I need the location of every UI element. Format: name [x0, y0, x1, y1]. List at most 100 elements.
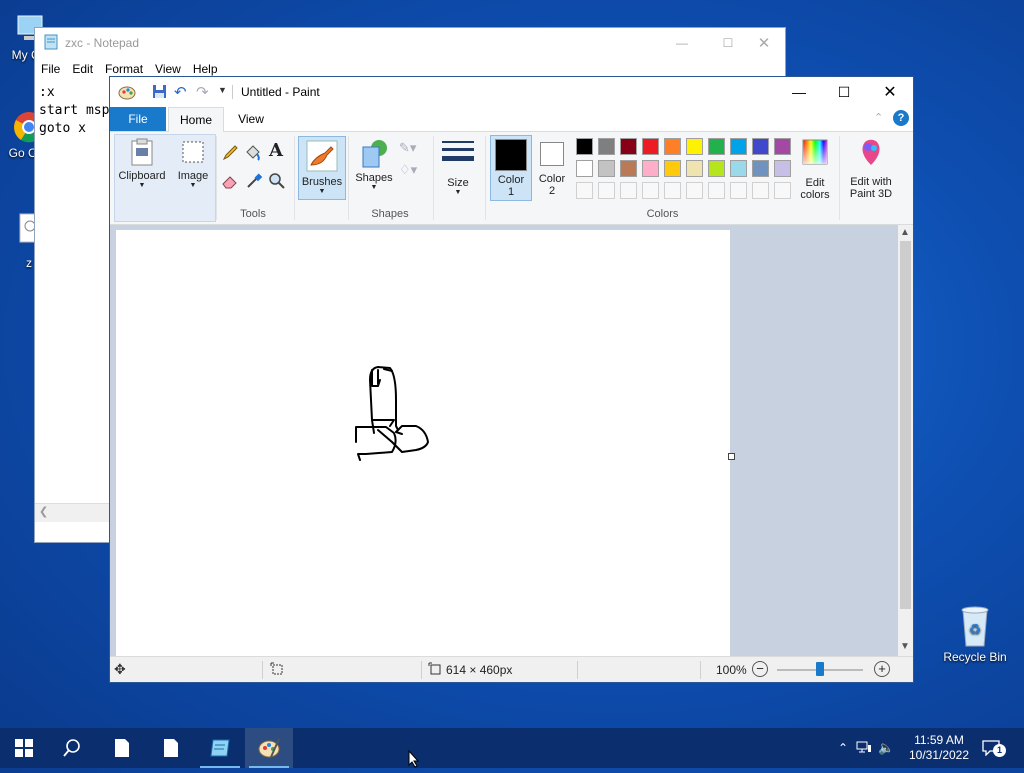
custom-color-slot[interactable] [752, 182, 769, 199]
custom-color-slot[interactable] [620, 182, 637, 199]
scroll-down-icon[interactable]: ▼ [900, 641, 910, 652]
show-hidden-icons[interactable]: ⌃ [838, 741, 848, 755]
maximize-button[interactable]: ☐ [821, 77, 867, 107]
text-tool-icon[interactable]: A [269, 140, 283, 161]
help-icon[interactable]: ? [893, 110, 909, 126]
customize-qat-icon[interactable]: ▼ [218, 85, 227, 95]
paint3d-icon [862, 139, 880, 165]
paint-titlebar[interactable]: ↶ ↷ ▼ Untitled - Paint — ☐ ✕ [110, 77, 913, 107]
volume-icon[interactable]: 🔈 [878, 740, 894, 756]
palette-swatch[interactable] [686, 160, 703, 177]
edit-with-paint3d-button[interactable]: Edit with Paint 3D [843, 137, 899, 200]
vertical-scrollbar[interactable]: ▲ ▼ [898, 225, 913, 656]
brushes-button[interactable]: Brushes ▼ [298, 136, 346, 200]
taskbar-file-2[interactable] [147, 728, 195, 768]
scroll-left-icon[interactable]: ❮ [39, 505, 48, 518]
action-center-button[interactable]: 1 [982, 728, 1012, 768]
palette-swatch[interactable] [774, 160, 791, 177]
palette-swatch[interactable] [598, 160, 615, 177]
edit-colors-button[interactable]: Edit colors [796, 138, 834, 201]
desktop-icon-recycle-bin[interactable]: ♻ Recycle Bin [940, 604, 1010, 664]
palette-swatch[interactable] [576, 138, 593, 155]
shapes-button[interactable]: Shapes ▼ [352, 137, 396, 191]
menu-file[interactable]: File [35, 62, 66, 76]
tab-home[interactable]: Home [168, 107, 224, 132]
tab-view[interactable]: View [226, 107, 276, 131]
menu-help[interactable]: Help [187, 62, 224, 76]
zoom-out-button[interactable]: − [752, 661, 768, 677]
custom-color-slot[interactable] [730, 182, 747, 199]
network-icon[interactable] [856, 740, 872, 757]
color-picker-icon[interactable] [245, 172, 263, 195]
palette-swatch[interactable] [752, 138, 769, 155]
palette-swatch[interactable] [620, 138, 637, 155]
chevron-down-icon: ▼ [454, 189, 462, 196]
horizontal-scrollbar[interactable]: ❮ [35, 503, 110, 522]
zoom-level: 100% [716, 663, 747, 677]
tab-file[interactable]: File [110, 107, 166, 131]
zoom-slider-thumb[interactable] [816, 662, 824, 676]
palette-swatch[interactable] [730, 138, 747, 155]
drawing-canvas[interactable] [116, 230, 730, 656]
pencil-icon[interactable] [221, 144, 239, 167]
taskbar-paint[interactable] [245, 728, 293, 768]
taskbar-notepad[interactable] [196, 728, 244, 768]
quick-access-save-icon[interactable] [152, 84, 167, 102]
palette-swatch[interactable] [708, 160, 725, 177]
select-icon [182, 141, 204, 163]
palette-swatch[interactable] [686, 138, 703, 155]
clipboard-button[interactable]: Clipboard ▼ [115, 137, 169, 189]
clock[interactable]: 11:59 AM 10/31/2022 [904, 728, 974, 768]
palette-swatch[interactable] [708, 138, 725, 155]
fill-bucket-icon[interactable] [243, 144, 261, 167]
palette-swatch[interactable] [576, 160, 593, 177]
menu-format[interactable]: Format [99, 62, 149, 76]
magnifier-icon[interactable] [268, 172, 286, 195]
palette-swatch[interactable] [664, 138, 681, 155]
palette-swatch[interactable] [664, 160, 681, 177]
palette-swatch[interactable] [752, 160, 769, 177]
color1-button[interactable]: Color 1 [490, 135, 532, 201]
palette-swatch[interactable] [774, 138, 791, 155]
undo-icon[interactable]: ↶ [174, 83, 187, 101]
shapes-icon [362, 140, 387, 168]
palette-swatch[interactable] [730, 160, 747, 177]
fill-icon[interactable]: ♢▾ [399, 162, 417, 178]
color2-button[interactable]: Color 2 [533, 137, 571, 197]
canvas-resize-handle[interactable] [728, 453, 735, 460]
paint-window[interactable]: ↶ ↷ ▼ Untitled - Paint — ☐ ✕ File Home V… [109, 76, 914, 683]
palette-swatch[interactable] [642, 138, 659, 155]
menu-view[interactable]: View [149, 62, 187, 76]
minimize-button[interactable]: — [776, 77, 822, 107]
taskbar-file-1[interactable] [98, 728, 146, 768]
start-button[interactable] [0, 728, 48, 768]
cursor-position-icon: ✥ [114, 661, 126, 677]
minimize-ribbon-icon[interactable]: ⌃ [874, 111, 883, 124]
palette-swatch[interactable] [642, 160, 659, 177]
custom-color-slot[interactable] [576, 182, 593, 199]
close-button[interactable]: ✕ [741, 34, 787, 52]
palette-swatch[interactable] [598, 138, 615, 155]
eraser-icon[interactable] [221, 172, 239, 195]
redo-icon[interactable]: ↷ [196, 83, 209, 101]
scroll-thumb[interactable] [900, 241, 911, 609]
palette-swatch[interactable] [620, 160, 637, 177]
custom-color-slot[interactable] [686, 182, 703, 199]
custom-color-slot[interactable] [774, 182, 791, 199]
ribbon-separator [485, 136, 486, 220]
outline-icon[interactable]: ✎▾ [399, 140, 416, 156]
custom-color-slot[interactable] [708, 182, 725, 199]
menu-edit[interactable]: Edit [66, 62, 99, 76]
size-button[interactable]: Size ▼ [438, 138, 478, 196]
image-label: Image [177, 170, 209, 182]
notepad-titlebar[interactable]: zxc - Notepad — ☐ ✕ [35, 28, 785, 58]
close-button[interactable]: ✕ [867, 77, 913, 107]
image-button[interactable]: Image ▼ [172, 137, 214, 189]
search-button[interactable] [48, 728, 96, 768]
scroll-up-icon[interactable]: ▲ [900, 227, 910, 238]
custom-color-slot[interactable] [642, 182, 659, 199]
custom-color-slot[interactable] [664, 182, 681, 199]
minimize-button[interactable]: — [659, 36, 705, 50]
custom-color-slot[interactable] [598, 182, 615, 199]
zoom-in-button[interactable]: + [874, 661, 890, 677]
